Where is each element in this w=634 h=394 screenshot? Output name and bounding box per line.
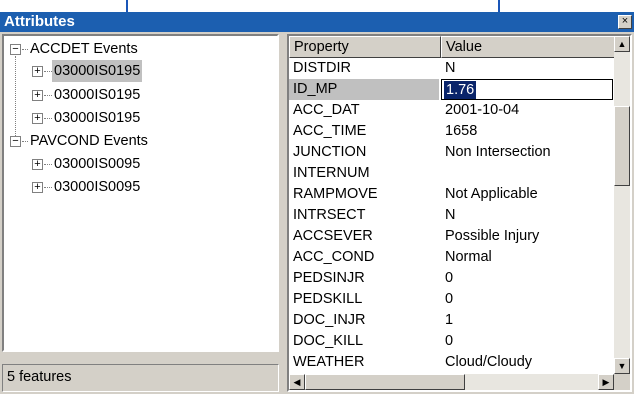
value-cell: Cloud/Cloudy <box>445 354 533 370</box>
table-row[interactable]: DOC_KILL 0 <box>289 331 618 352</box>
table-row[interactable]: ID_MP 1.76 <box>289 79 618 100</box>
property-cell: ID_MP <box>289 79 439 100</box>
plus-icon[interactable]: + <box>32 159 43 170</box>
table-row[interactable]: DISTDIR N <box>289 58 618 79</box>
plus-icon[interactable]: + <box>32 113 43 124</box>
property-cell: JUNCTION <box>293 144 367 160</box>
resize-grip-icon[interactable] <box>614 374 630 390</box>
table-row[interactable]: ACC_DAT 2001-10-04 <box>289 100 618 121</box>
value-cell: 0 <box>445 291 454 307</box>
tree-connector <box>15 56 16 138</box>
table-row[interactable]: WEATHER Cloud/Cloudy <box>289 352 618 372</box>
callout-area <box>0 0 634 12</box>
table-row[interactable]: INTERNUM <box>289 163 618 184</box>
tree-item-label: 03000IS0195 <box>52 60 143 82</box>
arrow-up-icon[interactable]: ▲ <box>614 36 630 52</box>
vertical-scrollbar[interactable]: ▲ ▼ <box>614 36 630 374</box>
plus-icon[interactable]: + <box>32 182 43 193</box>
value-cell: 0 <box>445 333 454 349</box>
table-row[interactable]: ACC_COND Normal <box>289 247 618 268</box>
column-header-value[interactable]: Value <box>441 36 618 58</box>
table-row[interactable]: INTRSECT N <box>289 205 618 226</box>
value-cell: N <box>445 207 456 223</box>
title-bar: Attributes × <box>0 12 634 32</box>
tree-connector <box>44 187 52 188</box>
property-cell: ACCSEVER <box>293 228 373 244</box>
minus-icon[interactable]: − <box>10 136 21 147</box>
property-cell: DOC_INJR <box>293 312 366 328</box>
tree-connector <box>44 164 52 165</box>
table-row[interactable]: ACCSEVER Possible Injury <box>289 226 618 247</box>
tree-connector <box>44 71 52 72</box>
tree-connector <box>44 118 52 119</box>
value-cell: 1 <box>445 312 454 328</box>
value-cell: 1658 <box>445 123 478 139</box>
table-row[interactable]: JUNCTION Non Intersection <box>289 142 618 163</box>
arrow-right-icon[interactable]: ▶ <box>598 374 614 390</box>
property-cell: INTRSECT <box>293 207 366 223</box>
attribute-grid: Property Value DISTDIR N ID_MP 1.76 ACC_DAT 2… <box>287 34 632 392</box>
value-edit-text: 1.76 <box>444 81 477 99</box>
vertical-scroll-thumb[interactable] <box>614 106 630 186</box>
property-cell: DISTDIR <box>293 60 351 76</box>
column-header-property[interactable]: Property <box>289 36 441 58</box>
status-bar: 5 features <box>2 364 279 392</box>
tree-item-label: 03000IS0195 <box>54 87 141 103</box>
tree-item-label: 03000IS0095 <box>54 156 141 172</box>
plus-icon[interactable]: + <box>32 66 43 77</box>
value-cell: Normal <box>445 249 492 265</box>
attributes-window: Attributes × − ACCDET Events + 03000IS01… <box>0 12 634 394</box>
value-cell: 0 <box>445 270 454 286</box>
horizontal-scrollbar[interactable]: ◀ ▶ <box>289 374 614 390</box>
table-row[interactable]: PEDSKILL 0 <box>289 289 618 310</box>
value-cell: N <box>445 60 456 76</box>
property-cell: PEDSINJR <box>293 270 365 286</box>
property-cell: RAMPMOVE <box>293 186 378 202</box>
arrow-down-icon[interactable]: ▼ <box>614 358 630 374</box>
tree-group-label: ACCDET Events <box>30 41 138 57</box>
window-title: Attributes <box>4 13 75 30</box>
feature-count: 5 features <box>7 369 72 385</box>
table-row[interactable]: DOC_INJR 1 <box>289 310 618 331</box>
tree-item-label: 03000IS0095 <box>54 179 141 195</box>
value-cell: Possible Injury <box>445 228 540 244</box>
property-cell: ACC_DAT <box>293 102 360 118</box>
property-cell: ACC_TIME <box>293 123 367 139</box>
arrow-left-icon[interactable]: ◀ <box>289 374 305 390</box>
value-cell: 2001-10-04 <box>445 102 520 118</box>
tree-item-label: 03000IS0195 <box>54 110 141 126</box>
value-edit-field[interactable]: 1.76 <box>441 79 613 100</box>
value-cell: Not Applicable <box>445 186 538 202</box>
table-row[interactable]: RAMPMOVE Not Applicable <box>289 184 618 205</box>
grid-body: DISTDIR N ID_MP 1.76 ACC_DAT 2001-10-04 ACC_TI… <box>289 58 618 372</box>
value-cell: Non Intersection <box>445 144 551 160</box>
table-row[interactable]: PEDSINJR 0 <box>289 268 618 289</box>
property-cell: WEATHER <box>293 354 365 370</box>
tree-group-label: PAVCOND Events <box>30 133 148 149</box>
property-cell: ACC_COND <box>293 249 375 265</box>
feature-tree: − ACCDET Events + 03000IS0195 + 03000IS0… <box>2 34 279 352</box>
plus-icon[interactable]: + <box>32 90 43 101</box>
table-row[interactable]: ACC_TIME 1658 <box>289 121 618 142</box>
minus-icon[interactable]: − <box>10 44 21 55</box>
property-cell: INTERNUM <box>293 165 370 181</box>
horizontal-scroll-thumb[interactable] <box>305 374 465 390</box>
grid-header: Property Value <box>289 36 618 58</box>
close-icon[interactable]: × <box>618 15 632 29</box>
property-cell: DOC_KILL <box>293 333 364 349</box>
property-cell: PEDSKILL <box>293 291 363 307</box>
tree-connector <box>44 95 52 96</box>
